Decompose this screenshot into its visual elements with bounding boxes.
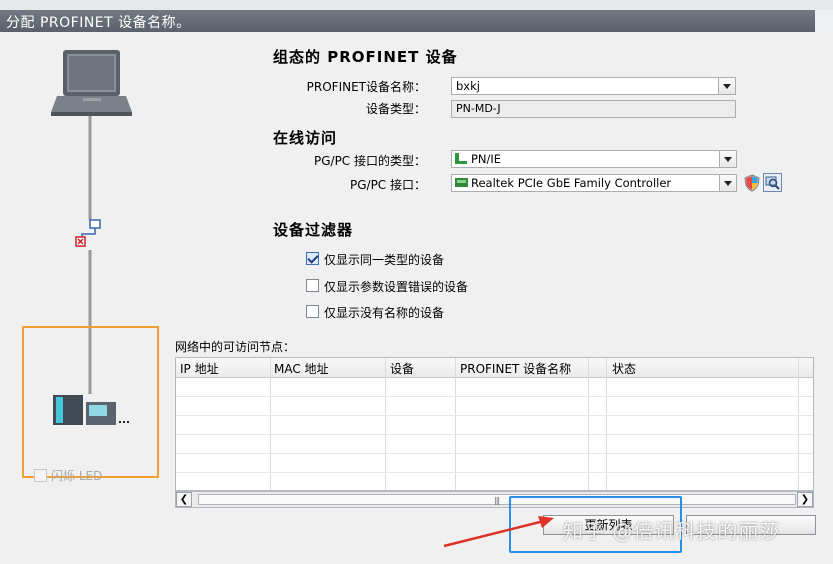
table-row xyxy=(176,453,813,454)
disconnected-error-icon xyxy=(75,236,86,247)
filter-no-name-checkbox[interactable] xyxy=(306,305,319,318)
filter-no-name-label: 仅显示没有名称的设备 xyxy=(324,306,445,320)
watermark-text: 知乎 @倍讯科技的丽莎 xyxy=(563,519,781,543)
titlebar-edge xyxy=(815,10,833,32)
device-name-value: bxkj xyxy=(456,79,480,93)
scroll-left-icon[interactable]: ❮ xyxy=(176,492,192,507)
configured-device-heading: 组态的 PROFINET 设备 xyxy=(273,48,458,66)
device-highlight-frame xyxy=(22,326,159,478)
device-name-combobox[interactable]: bxkj xyxy=(451,77,736,95)
scroll-right-icon[interactable]: ❯ xyxy=(797,492,813,507)
interface-value: Realtek PCIe GbE Family Controller xyxy=(471,176,672,190)
flash-led-checkbox[interactable] xyxy=(34,469,47,482)
shield-icon[interactable] xyxy=(743,174,761,192)
device-type-label: 设备类型： xyxy=(365,102,426,116)
online-access-heading: 在线访问 xyxy=(273,129,338,147)
column-profinet-name[interactable]: PROFINET 设备名称 xyxy=(460,360,571,377)
column-divider xyxy=(270,358,271,490)
table-row xyxy=(176,396,813,397)
column-divider xyxy=(588,358,589,490)
column-divider xyxy=(606,358,607,490)
interface-type-combobox[interactable]: PN/IE xyxy=(451,150,737,168)
table-row xyxy=(176,472,813,473)
device-name-label: PROFINET设备名称： xyxy=(306,80,426,94)
interface-type-value: PN/IE xyxy=(471,152,502,166)
nodes-table[interactable]: IP 地址 MAC 地址 设备 PROFINET 设备名称 状态 xyxy=(175,357,814,491)
filter-param-error-label: 仅显示参数设置错误的设备 xyxy=(324,280,469,294)
flash-led-label: 闪烁 LED xyxy=(51,469,103,483)
nodes-table-caption: 网络中的可访问节点： xyxy=(175,340,296,354)
chevron-down-icon[interactable] xyxy=(719,151,736,167)
column-divider xyxy=(385,358,386,490)
table-row xyxy=(176,415,813,416)
interface-type-label: PG/PC 接口的类型： xyxy=(313,154,426,168)
dialog-titlebar: 分配 PROFINET 设备名称。 xyxy=(0,10,833,32)
table-row xyxy=(176,434,813,435)
device-type-field: PN-MD-J xyxy=(451,100,736,118)
pg-laptop-icon xyxy=(51,50,132,116)
network-card-icon xyxy=(455,178,468,187)
dialog-title: 分配 PROFINET 设备名称。 xyxy=(6,15,191,31)
scrollbar-thumb[interactable]: ||| xyxy=(198,494,796,505)
chevron-down-icon[interactable] xyxy=(718,78,735,94)
red-annotation-arrow xyxy=(443,516,554,548)
column-device[interactable]: 设备 xyxy=(390,360,414,377)
column-mac-address[interactable]: MAC 地址 xyxy=(274,360,329,377)
column-divider xyxy=(455,358,456,490)
interface-diagnostics-button[interactable] xyxy=(763,173,782,192)
filter-param-error-checkbox[interactable] xyxy=(306,279,319,292)
column-status[interactable]: 状态 xyxy=(612,360,636,377)
table-horizontal-scrollbar[interactable]: ❮ ||| ❯ xyxy=(175,491,814,508)
grip-icon: ||| xyxy=(494,496,500,505)
network-switch-icon xyxy=(81,219,101,238)
chevron-down-icon[interactable] xyxy=(719,175,736,191)
column-divider xyxy=(798,358,799,490)
filter-same-type-label: 仅显示同一类型的设备 xyxy=(324,253,445,267)
column-ip-address[interactable]: IP 地址 xyxy=(180,360,219,377)
interface-label: PG/PC 接口： xyxy=(349,178,426,192)
pn-ie-network-icon xyxy=(455,153,467,164)
device-filter-heading: 设备过滤器 xyxy=(273,221,354,239)
device-type-value: PN-MD-J xyxy=(456,102,501,115)
magnifier-icon xyxy=(765,176,780,190)
interface-combobox[interactable]: Realtek PCIe GbE Family Controller xyxy=(451,174,737,192)
filter-same-type-checkbox[interactable] xyxy=(306,252,319,265)
